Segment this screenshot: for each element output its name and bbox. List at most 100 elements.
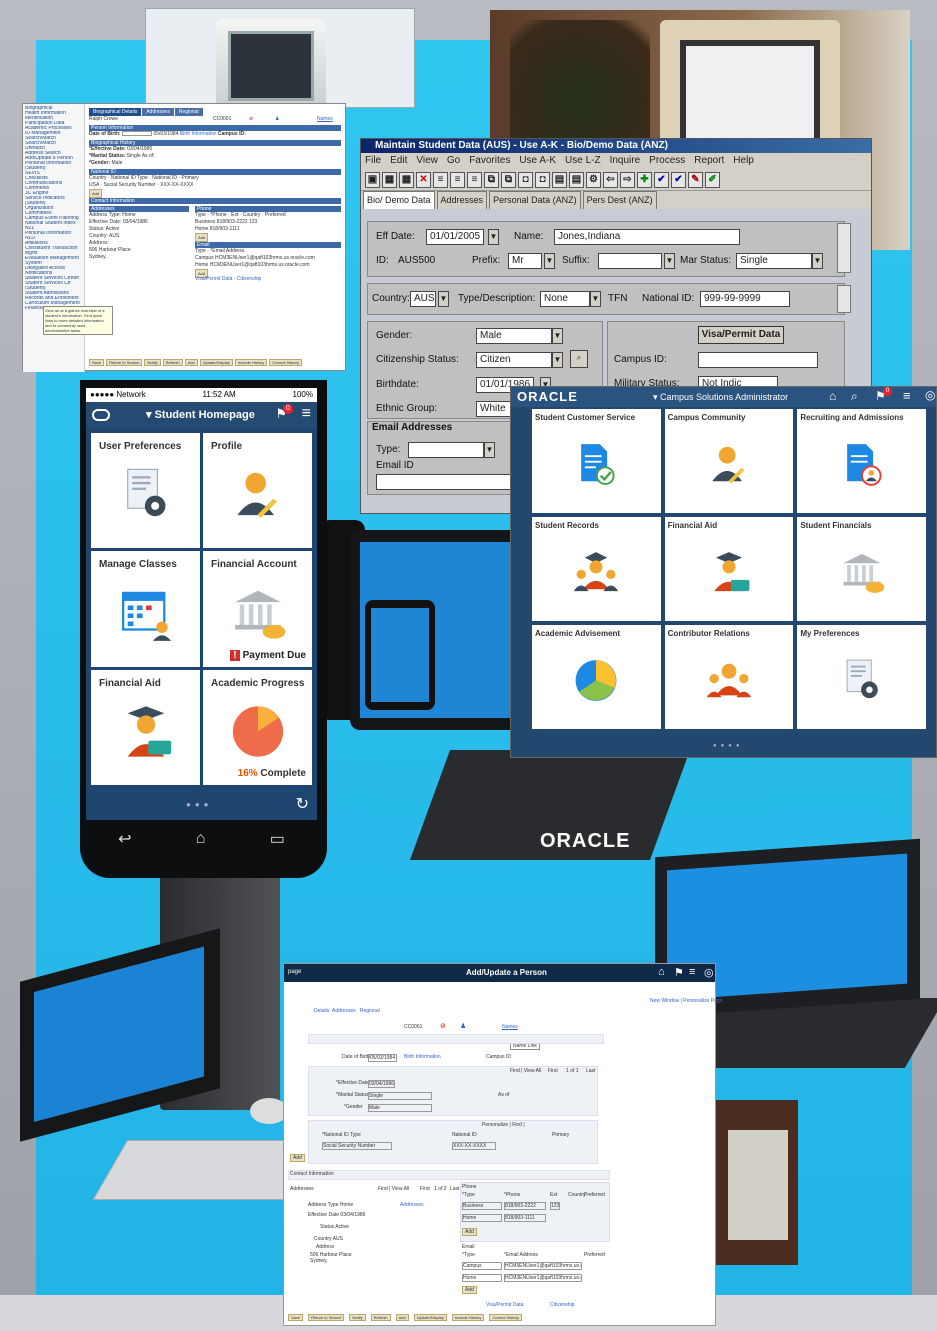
- add-email-button[interactable]: Add: [462, 1286, 477, 1294]
- phone1-ext[interactable]: 123: [550, 1202, 561, 1210]
- menu-item[interactable]: Go: [447, 153, 460, 169]
- campus-id-field[interactable]: [698, 352, 818, 368]
- footer-button[interactable]: Add: [184, 359, 198, 366]
- nid-value[interactable]: XXX-XX-XXXX: [160, 182, 193, 188]
- delete-icon[interactable]: ✕: [416, 172, 431, 188]
- mar-status-dropdown[interactable]: ▼: [812, 253, 823, 269]
- email2-type[interactable]: Home: [462, 1274, 502, 1282]
- menu-item[interactable]: Inquire: [610, 153, 641, 169]
- footer-button[interactable]: Update/Display: [413, 1314, 447, 1321]
- tile-campus-community[interactable]: Campus Community: [664, 409, 794, 513]
- menu-item[interactable]: Edit: [390, 153, 407, 169]
- email1-type[interactable]: Campus: [195, 255, 214, 261]
- country-field[interactable]: AUS: [410, 291, 436, 307]
- scrollbar[interactable]: [837, 223, 851, 273]
- home-button-icon[interactable]: ⌂: [196, 830, 206, 848]
- citizenship-field[interactable]: Citizen: [476, 352, 552, 368]
- tile-financial-account[interactable]: Financial Account! Payment Due: [203, 551, 312, 667]
- footer-button[interactable]: Save: [288, 1314, 304, 1321]
- phone1-type[interactable]: Business: [462, 1202, 502, 1210]
- edit-icon[interactable]: ✎: [688, 172, 703, 188]
- email1-address[interactable]: HCM3ENUser1@qaft103hrms.us.oracle.com: [504, 1262, 582, 1270]
- add-nid-button[interactable]: Add: [89, 189, 103, 198]
- tab-regional[interactable]: Regional: [174, 108, 203, 116]
- last-link-2[interactable]: Last: [450, 1186, 459, 1192]
- scrollbar[interactable]: [837, 285, 851, 313]
- phone2-type[interactable]: Home: [462, 1214, 502, 1222]
- phone2-type[interactable]: Home: [195, 226, 208, 232]
- nid-type-value[interactable]: Social Security Number: [103, 182, 155, 188]
- header-links[interactable]: New Window | Personalize Page: [650, 998, 722, 1004]
- menu-item[interactable]: Process: [649, 153, 685, 169]
- birth-info-link[interactable]: Birth Information: [404, 1054, 441, 1060]
- suffix-field[interactable]: [598, 253, 662, 269]
- tile-student-records[interactable]: Student Records: [532, 517, 661, 621]
- dob-field[interactable]: 05/03/1984: [368, 1054, 398, 1062]
- footer-button[interactable]: Return to Search: [308, 1314, 345, 1321]
- menu-icon[interactable]: ≡: [903, 388, 911, 403]
- find-view-all-2[interactable]: Find | View All: [378, 1186, 409, 1192]
- footer-button[interactable]: Include History: [234, 359, 268, 366]
- email1-type[interactable]: Campus: [462, 1262, 502, 1270]
- marital-select[interactable]: Single: [127, 153, 141, 159]
- footer-button[interactable]: Refresh: [162, 359, 183, 366]
- citizenship-link[interactable]: Citizenship: [237, 276, 261, 282]
- tab-addresses[interactable]: Addresses: [142, 108, 174, 116]
- tab-biographical-details[interactable]: Biographical Details: [89, 108, 142, 116]
- tile-user-preferences[interactable]: User Preferences: [91, 433, 200, 549]
- email2-address[interactable]: HCM3ENUser1@qaft103hrms.us.oracle.com: [210, 262, 310, 268]
- footer-button[interactable]: Notify: [144, 359, 161, 366]
- email-type-field[interactable]: [408, 442, 484, 458]
- email-id-field[interactable]: [376, 474, 514, 490]
- footer-button[interactable]: Correct History: [489, 1314, 523, 1321]
- search-icon[interactable]: ⌕: [570, 350, 588, 368]
- paste-icon[interactable]: ⧉: [501, 172, 516, 188]
- forward-icon[interactable]: ⇨: [620, 172, 635, 188]
- page2-icon[interactable]: ▤: [569, 172, 584, 188]
- tile-financial-aid[interactable]: Financial Aid: [91, 669, 200, 785]
- email2-address[interactable]: HCM3ENUser1@qaft103hrms.us.oracle.com: [504, 1274, 582, 1282]
- suffix-dropdown[interactable]: ▼: [664, 253, 675, 269]
- eff-date-dropdown[interactable]: ▼: [488, 229, 499, 245]
- pen-icon[interactable]: ✐: [705, 172, 720, 188]
- prefix-dropdown[interactable]: ▼: [544, 253, 555, 269]
- first-link[interactable]: First: [548, 1068, 558, 1074]
- home-icon[interactable]: ⌂: [829, 389, 836, 403]
- page-dots[interactable]: ●●●: [186, 800, 213, 809]
- find2-icon[interactable]: ◘: [535, 172, 550, 188]
- back-icon[interactable]: ⇦: [603, 172, 618, 188]
- menu-item[interactable]: Report: [694, 153, 724, 169]
- eff-date-field[interactable]: 01/01/2005: [426, 229, 484, 245]
- phone1-type[interactable]: Business: [195, 219, 215, 225]
- tile-financial-aid[interactable]: Financial Aid: [664, 517, 794, 621]
- footer-button[interactable]: Refresh: [370, 1314, 391, 1321]
- personalize-link[interactable]: Personalize | Find |: [482, 1122, 525, 1128]
- navbar-icon[interactable]: ◎: [704, 966, 714, 979]
- type-dropdown[interactable]: ▼: [590, 291, 601, 307]
- alert-icon[interactable]: ⊘: [440, 1022, 446, 1030]
- list3-icon[interactable]: ≡: [467, 172, 482, 188]
- group-icon[interactable]: ♟: [460, 1022, 466, 1030]
- tab-regional[interactable]: Regional: [360, 1008, 380, 1014]
- phone2-number[interactable]: 818/903-1111: [504, 1214, 546, 1222]
- tile-academic-advisement[interactable]: Academic Advisement: [532, 625, 661, 729]
- grid2-icon[interactable]: ▦: [399, 172, 414, 188]
- footer-button[interactable]: Correct History: [269, 359, 303, 366]
- flag-icon[interactable]: ⚑: [674, 966, 684, 979]
- gender-select[interactable]: Male: [112, 160, 123, 166]
- type-field[interactable]: None: [540, 291, 590, 307]
- nid-type-select[interactable]: Social Security Number: [322, 1142, 392, 1150]
- email1-address[interactable]: HCM3ENUser1@qaft103hrms.us.oracle.com: [215, 255, 315, 261]
- add-nid-button[interactable]: Add: [290, 1154, 305, 1162]
- footer-button[interactable]: Add: [395, 1314, 409, 1321]
- names-link[interactable]: Names: [502, 1024, 518, 1030]
- visa-link[interactable]: Visa/Permit Data: [486, 1302, 523, 1308]
- phone1-number[interactable]: 818/903-2222: [504, 1202, 546, 1210]
- home-icon[interactable]: [92, 409, 110, 421]
- tile-profile[interactable]: Profile: [203, 433, 312, 549]
- grid-icon[interactable]: ▦: [382, 172, 397, 188]
- refresh-icon[interactable]: ↻: [296, 794, 309, 814]
- country-dropdown[interactable]: ▼: [438, 291, 449, 307]
- email-type-dropdown[interactable]: ▼: [484, 442, 495, 458]
- add-row-icon[interactable]: ✚: [637, 172, 652, 188]
